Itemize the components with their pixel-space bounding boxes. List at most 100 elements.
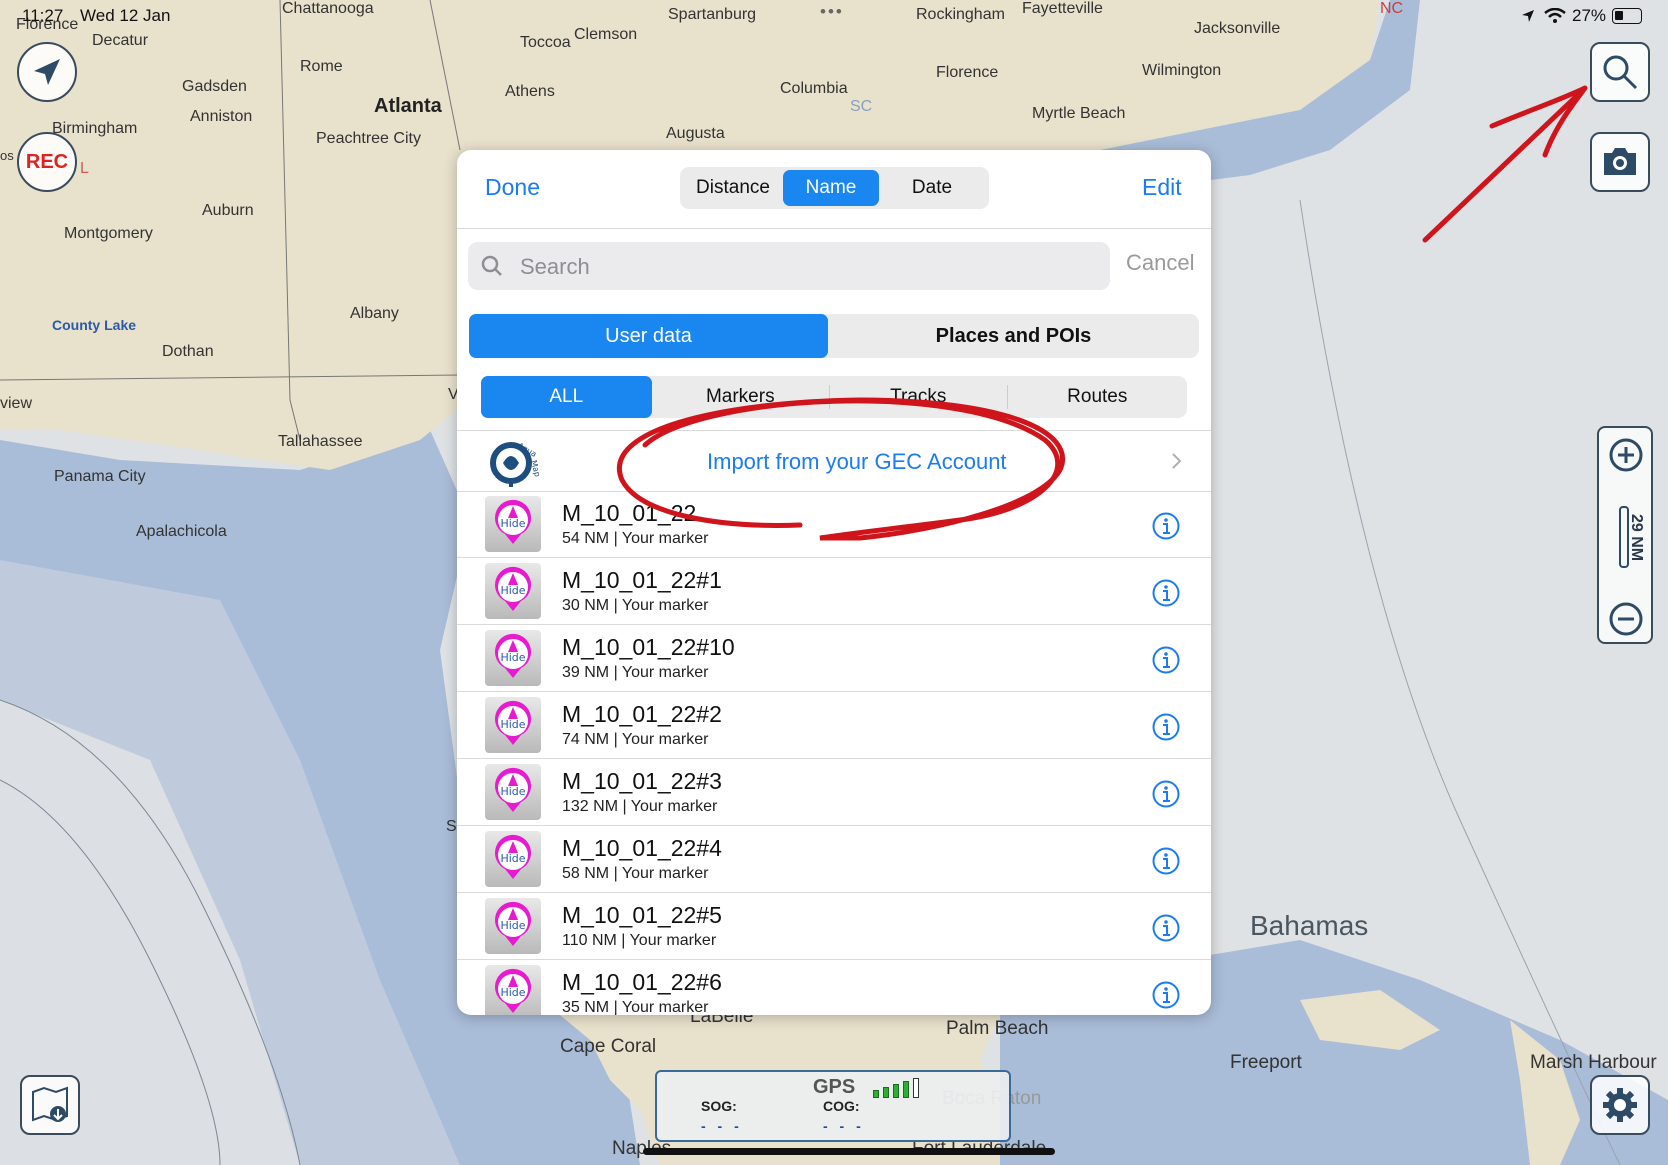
gps-panel[interactable]: GPS SOG: COG: - - - - - - bbox=[655, 1070, 1011, 1142]
list-item[interactable]: Hide M_10_01_22#4 58 NM | Your marker bbox=[457, 827, 1211, 893]
list-item[interactable]: Hide M_10_01_22#2 74 NM | Your marker bbox=[457, 693, 1211, 759]
marker-detail: 74 NM | Your marker bbox=[562, 731, 709, 748]
map-label: view bbox=[0, 395, 33, 412]
info-icon[interactable] bbox=[1152, 646, 1180, 674]
marker-detail: 58 NM | Your marker bbox=[562, 865, 709, 882]
map-label: Myrtle Beach bbox=[1032, 105, 1126, 122]
map-label: Atlanta bbox=[374, 95, 442, 117]
list-item[interactable]: Hide M_10_01_22#5 110 NM | Your marker bbox=[457, 894, 1211, 960]
map-label: Palm Beach bbox=[946, 1018, 1049, 1039]
marker-name: M_10_01_22#6 bbox=[562, 969, 722, 995]
filter-markers[interactable]: Markers bbox=[652, 385, 831, 409]
zoom-control: 29 NM bbox=[1597, 426, 1653, 644]
marker-badge: Hide bbox=[500, 919, 525, 932]
marker-pin-icon: Hide bbox=[485, 764, 541, 820]
edit-button[interactable]: Edit bbox=[1142, 174, 1182, 201]
filter-tracks[interactable]: Tracks bbox=[830, 385, 1008, 409]
camera-button[interactable] bbox=[1590, 132, 1650, 192]
map-label: County Lake bbox=[52, 317, 137, 333]
tab-user-data[interactable]: User data bbox=[469, 314, 828, 358]
battery-icon bbox=[1612, 8, 1642, 24]
signal-bar bbox=[873, 1090, 879, 1098]
marker-name: M_10_01_22#2 bbox=[562, 701, 722, 727]
info-icon[interactable] bbox=[1152, 579, 1180, 607]
marker-badge: Hide bbox=[500, 986, 525, 999]
info-icon[interactable] bbox=[1152, 713, 1180, 741]
svg-text:Map: Map bbox=[529, 459, 542, 478]
marker-detail: 30 NM | Your marker bbox=[562, 597, 709, 614]
rec-label: REC bbox=[25, 150, 69, 173]
map-label: L bbox=[80, 160, 89, 177]
zoom-out-button[interactable] bbox=[1609, 602, 1643, 641]
list-item[interactable]: Hide M_10_01_22#10 39 NM | Your marker bbox=[457, 626, 1211, 692]
marker-name: M_10_01_22#3 bbox=[562, 768, 722, 794]
map-label: Anniston bbox=[190, 108, 253, 125]
marker-pin-icon: Hide bbox=[485, 831, 541, 887]
map-label: Panama City bbox=[54, 468, 146, 485]
info-icon[interactable] bbox=[1152, 847, 1180, 875]
map-label: Spartanburg bbox=[668, 6, 757, 23]
map-label: Tallahassee bbox=[278, 433, 363, 450]
sort-distance[interactable]: Distance bbox=[683, 167, 783, 209]
tab-places-and-pois[interactable]: Places and POIs bbox=[828, 314, 1199, 358]
home-indicator[interactable] bbox=[643, 1148, 1055, 1155]
map-label: Gadsden bbox=[182, 78, 247, 95]
cog-value: - - - bbox=[823, 1118, 865, 1134]
marker-detail: 54 NM | Your marker bbox=[562, 530, 709, 547]
marker-detail: 35 NM | Your marker bbox=[562, 999, 709, 1015]
sort-date[interactable]: Date bbox=[879, 167, 985, 209]
map-label: Dothan bbox=[162, 343, 214, 360]
done-button[interactable]: Done bbox=[485, 174, 540, 201]
map-label: Rockingham bbox=[916, 6, 1005, 23]
list-item[interactable]: Hide M_10_01_22#6 35 NM | Your marker bbox=[457, 961, 1211, 1015]
marker-pin-icon: Hide bbox=[485, 697, 541, 753]
import-gec-row[interactable]: Aqua Map Import from your GEC Account bbox=[457, 430, 1211, 492]
search-field[interactable]: Search bbox=[468, 242, 1110, 290]
info-icon[interactable] bbox=[1152, 780, 1180, 808]
marker-name: M_10_01_22 bbox=[562, 500, 697, 526]
marker-name: M_10_01_22#1 bbox=[562, 567, 722, 593]
gps-signal-icon bbox=[873, 1076, 943, 1098]
marker-detail: 110 NM | Your marker bbox=[562, 932, 717, 949]
map-label: Clemson bbox=[574, 26, 638, 43]
navigation-arrow-icon bbox=[34, 59, 60, 85]
marker-name: M_10_01_22#10 bbox=[562, 634, 735, 660]
wifi-icon bbox=[1544, 7, 1566, 29]
map-label: Peachtree City bbox=[316, 130, 421, 147]
info-icon[interactable] bbox=[1152, 914, 1180, 942]
marker-name: M_10_01_22#5 bbox=[562, 902, 722, 928]
multitasking-dots-icon[interactable]: ••• bbox=[820, 2, 844, 22]
map-label: os bbox=[0, 148, 14, 163]
search-button[interactable] bbox=[1590, 42, 1650, 102]
marker-badge: Hide bbox=[500, 651, 525, 664]
location-arrow-icon bbox=[1520, 8, 1536, 29]
sort-name[interactable]: Name bbox=[783, 170, 879, 206]
download-charts-button[interactable] bbox=[20, 1075, 80, 1135]
zoom-in-button[interactable] bbox=[1609, 438, 1643, 477]
list-item[interactable]: Hide M_10_01_22#3 132 NM | Your marker bbox=[457, 760, 1211, 826]
chevron-right-icon bbox=[1172, 453, 1182, 469]
list-item[interactable]: Hide M_10_01_22 54 NM | Your marker bbox=[457, 492, 1211, 558]
marker-name: M_10_01_22#4 bbox=[562, 835, 722, 861]
info-icon[interactable] bbox=[1152, 512, 1180, 540]
marker-pin-icon: Hide bbox=[485, 898, 541, 954]
settings-button[interactable] bbox=[1590, 1075, 1650, 1135]
filter-all[interactable]: ALL bbox=[481, 376, 652, 418]
filter-routes[interactable]: Routes bbox=[1008, 376, 1187, 418]
signal-bar bbox=[913, 1078, 919, 1098]
sog-label: SOG: bbox=[701, 1098, 737, 1114]
cancel-button[interactable]: Cancel bbox=[1126, 250, 1194, 276]
navigation-button[interactable] bbox=[17, 42, 77, 102]
status-time: 11:27 bbox=[22, 6, 64, 25]
import-label: Import from your GEC Account bbox=[707, 449, 1007, 474]
map-label: Toccoa bbox=[520, 34, 571, 51]
map-label: Freeport bbox=[1230, 1052, 1302, 1073]
record-track-button[interactable]: REC bbox=[17, 132, 77, 192]
info-icon[interactable] bbox=[1152, 981, 1180, 1009]
list-item[interactable]: Hide M_10_01_22#1 30 NM | Your marker bbox=[457, 559, 1211, 625]
map-label: Fayetteville bbox=[1022, 0, 1103, 17]
map-download-icon bbox=[32, 1086, 68, 1122]
map-label: Birmingham bbox=[52, 120, 138, 137]
map-label: Cape Coral bbox=[560, 1036, 657, 1057]
map-label: Chattanooga bbox=[282, 0, 374, 17]
